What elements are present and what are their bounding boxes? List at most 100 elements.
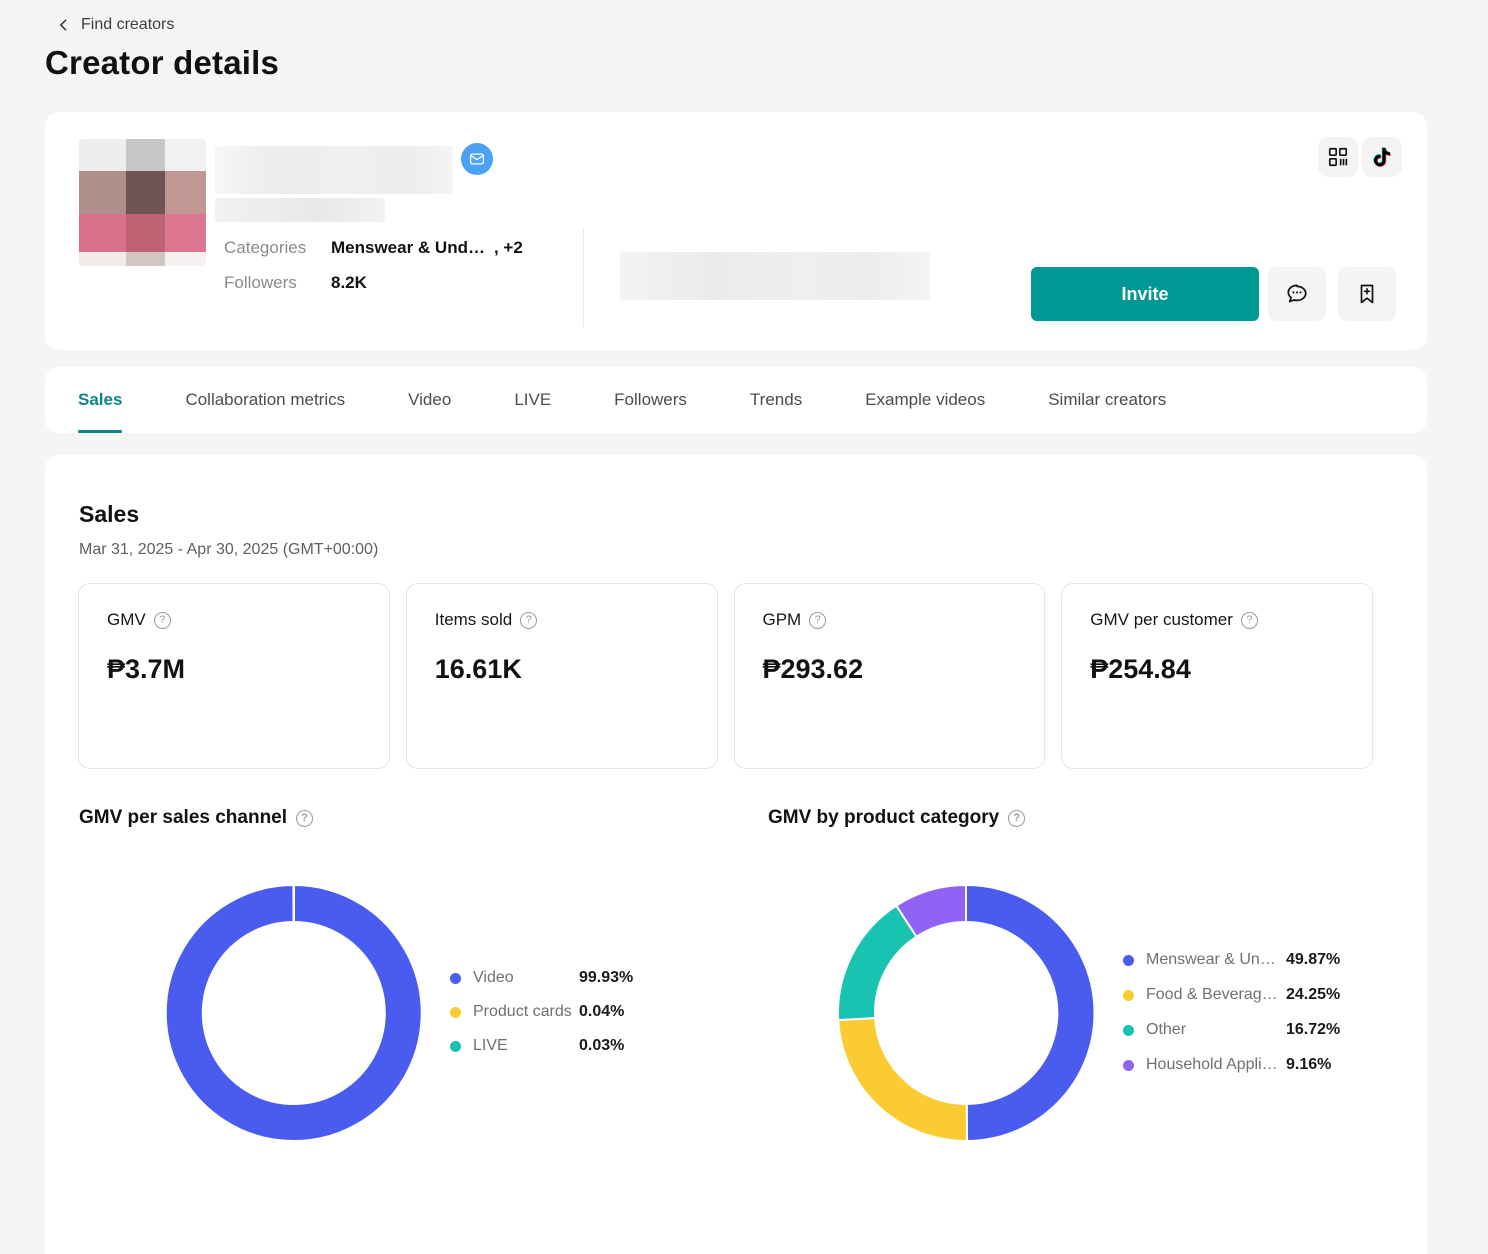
mail-icon[interactable]: [461, 143, 493, 175]
legend-dot-icon: [450, 973, 461, 984]
donut-segment-Food & Beverag…: [838, 1018, 967, 1141]
categories-more-count[interactable]: , +2: [494, 238, 523, 258]
sales-channel-help-icon[interactable]: ?: [296, 810, 313, 827]
gmv-help-icon[interactable]: ?: [154, 612, 171, 629]
gpm-help-icon[interactable]: ?: [809, 612, 826, 629]
avatar-pixel: [126, 214, 165, 252]
legend-label: Menswear & Un…: [1146, 951, 1284, 969]
creator-stats: Categories Menswear & Und… , +2 Follower…: [224, 238, 523, 293]
date-range: Mar 31, 2025 - Apr 30, 2025 (GMT+00:00): [79, 541, 378, 559]
legend-item: Video99.93%: [450, 966, 633, 990]
avatar-pixel: [165, 252, 206, 266]
legend-label: Food & Beverag…: [1146, 986, 1284, 1004]
tab-live[interactable]: LIVE: [514, 367, 551, 433]
donut-segment-Video: [166, 885, 422, 1141]
redacted-info-block: [620, 252, 930, 300]
legend-dot-icon: [1123, 990, 1134, 1001]
avatar-pixel: [126, 171, 165, 214]
gpm-label: GPM: [763, 610, 802, 630]
legend-sales-channel: Video99.93%Product cards0.04%LIVE0.03%: [450, 966, 633, 1068]
tiktok-icon: [1371, 146, 1393, 168]
tiktok-profile-button[interactable]: [1362, 137, 1402, 177]
invite-button[interactable]: Invite: [1031, 267, 1259, 321]
followers-row: Followers 8.2K: [224, 273, 523, 293]
creator-summary-card: Categories Menswear & Und… , +2 Follower…: [45, 112, 1427, 350]
donut-chart-product-category: [836, 883, 1096, 1143]
donut-segment-Menswear & Un…: [966, 885, 1095, 1141]
followers-label: Followers: [224, 273, 331, 293]
tab-video[interactable]: Video: [408, 367, 451, 433]
breadcrumb-label: Find creators: [81, 16, 174, 34]
legend-item: Household Appli…9.16%: [1123, 1053, 1340, 1077]
legend-item: Food & Beverag…24.25%: [1123, 983, 1340, 1007]
legend-value: 9.16%: [1286, 1056, 1331, 1074]
sales-panel: Sales Mar 31, 2025 - Apr 30, 2025 (GMT+0…: [45, 455, 1427, 1254]
qr-code-icon: [1327, 146, 1349, 168]
gmv-per-customer-label: GMV per customer: [1090, 610, 1233, 630]
chart-title-sales-channel: GMV per sales channel ?: [79, 807, 313, 829]
redacted-creator-handle: [215, 198, 385, 222]
avatar-pixel: [79, 252, 126, 266]
legend-item: Menswear & Un…49.87%: [1123, 948, 1340, 972]
legend-label: Household Appli…: [1146, 1056, 1284, 1074]
chart-title-product-category: GMV by product category ?: [768, 807, 1025, 829]
avatar-pixel: [79, 171, 126, 214]
tab-bar: Sales Collaboration metrics Video LIVE F…: [45, 367, 1427, 433]
followers-value: 8.2K: [331, 273, 367, 293]
legend-value: 16.72%: [1286, 1021, 1340, 1039]
avatar-pixel: [165, 214, 206, 252]
items-sold-help-icon[interactable]: ?: [520, 612, 537, 629]
sales-section-title: Sales: [79, 501, 139, 528]
back-chevron-icon: [56, 17, 72, 33]
avatar-pixel: [126, 252, 165, 266]
tab-example-videos[interactable]: Example videos: [865, 367, 985, 433]
tab-similar-creators[interactable]: Similar creators: [1048, 367, 1166, 433]
tab-sales[interactable]: Sales: [78, 367, 122, 433]
gmv-per-customer-help-icon[interactable]: ?: [1241, 612, 1258, 629]
avatar-pixel: [165, 139, 206, 171]
legend-dot-icon: [1123, 1060, 1134, 1071]
legend-value: 49.87%: [1286, 951, 1340, 969]
metric-card-gmv: GMV ? ₱3.7M: [78, 583, 390, 769]
legend-value: 0.04%: [579, 1003, 624, 1021]
metric-card-gpm: GPM ? ₱293.62: [734, 583, 1046, 769]
bookmark-add-button[interactable]: [1338, 267, 1396, 321]
breadcrumb[interactable]: Find creators: [56, 16, 174, 34]
legend-item: LIVE0.03%: [450, 1034, 633, 1058]
gmv-value: ₱3.7M: [107, 654, 361, 685]
legend-product-category: Menswear & Un…49.87%Food & Beverag…24.25…: [1123, 948, 1340, 1088]
chat-button[interactable]: [1268, 267, 1326, 321]
avatar: [79, 139, 206, 266]
page-title: Creator details: [45, 44, 279, 82]
tab-trends[interactable]: Trends: [750, 367, 802, 433]
avatar-pixel: [79, 214, 126, 252]
legend-label: Other: [1146, 1021, 1284, 1039]
avatar-pixel: [126, 139, 165, 171]
categories-value: Menswear & Und…: [331, 238, 485, 258]
donut-chart-sales-channel: [164, 883, 424, 1143]
metric-card-gmv-per-customer: GMV per customer ? ₱254.84: [1061, 583, 1373, 769]
legend-value: 0.03%: [579, 1037, 624, 1055]
legend-dot-icon: [1123, 955, 1134, 966]
qr-code-button[interactable]: [1318, 137, 1358, 177]
product-category-help-icon[interactable]: ?: [1008, 810, 1025, 827]
categories-label: Categories: [224, 238, 331, 258]
bookmark-add-icon: [1355, 282, 1379, 306]
legend-value: 99.93%: [579, 969, 633, 987]
gpm-value: ₱293.62: [763, 654, 1017, 685]
tab-collaboration-metrics[interactable]: Collaboration metrics: [185, 367, 345, 433]
tab-followers[interactable]: Followers: [614, 367, 687, 433]
legend-value: 24.25%: [1286, 986, 1340, 1004]
items-sold-value: 16.61K: [435, 654, 689, 685]
metric-card-items-sold: Items sold ? 16.61K: [406, 583, 718, 769]
legend-dot-icon: [1123, 1025, 1134, 1036]
legend-label: Product cards: [473, 1003, 577, 1021]
vertical-divider: [583, 228, 584, 327]
legend-dot-icon: [450, 1041, 461, 1052]
donut-segment-Other: [838, 906, 916, 1020]
legend-dot-icon: [450, 1007, 461, 1018]
legend-label: LIVE: [473, 1037, 577, 1055]
gmv-per-customer-value: ₱254.84: [1090, 654, 1344, 685]
gmv-label: GMV: [107, 610, 146, 630]
redacted-creator-name: [215, 146, 453, 194]
